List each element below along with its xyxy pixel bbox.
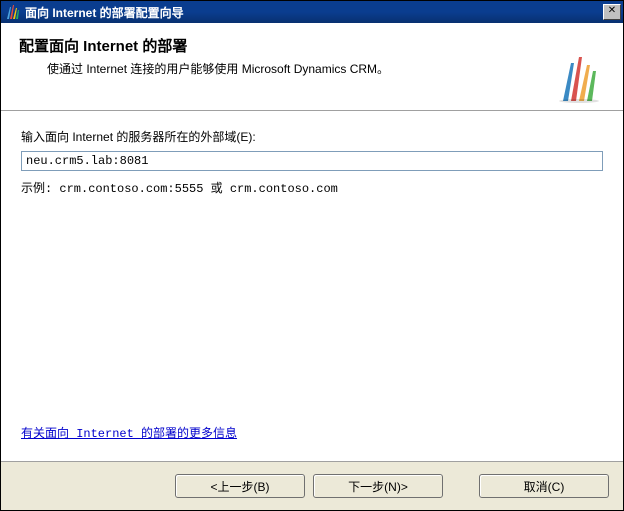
app-icon — [5, 4, 21, 20]
wizard-footer: <上一步(B) 下一步(N)> 取消(C) — [1, 461, 623, 510]
wizard-header: 配置面向 Internet 的部署 使通过 Internet 连接的用户能够使用… — [1, 23, 623, 111]
titlebar: 面向 Internet 的部署配置向导 ✕ — [1, 1, 623, 23]
content-spacer — [21, 196, 603, 424]
cancel-button[interactable]: 取消(C) — [479, 474, 609, 498]
more-info-link[interactable]: 有关面向 Internet 的部署的更多信息 — [21, 424, 603, 441]
example-text: 示例: crm.contoso.com:5555 或 crm.contoso.c… — [21, 179, 603, 196]
window-controls: ✕ — [601, 4, 621, 20]
close-button[interactable]: ✕ — [603, 4, 621, 20]
external-domain-input[interactable] — [21, 151, 603, 171]
next-button[interactable]: 下一步(N)> — [313, 474, 443, 498]
page-subtitle: 使通过 Internet 连接的用户能够使用 Microsoft Dynamic… — [47, 60, 605, 77]
domain-field-label: 输入面向 Internet 的服务器所在的外部域(E): — [21, 128, 603, 145]
dynamics-logo-icon — [557, 55, 605, 103]
back-button[interactable]: <上一步(B) — [175, 474, 305, 498]
window-title: 面向 Internet 的部署配置向导 — [25, 4, 601, 21]
wizard-content: 输入面向 Internet 的服务器所在的外部域(E): 示例: crm.con… — [1, 111, 623, 461]
button-gap — [451, 474, 471, 498]
wizard-window: 面向 Internet 的部署配置向导 ✕ 配置面向 Internet 的部署 … — [0, 0, 624, 511]
page-title: 配置面向 Internet 的部署 — [19, 35, 605, 56]
